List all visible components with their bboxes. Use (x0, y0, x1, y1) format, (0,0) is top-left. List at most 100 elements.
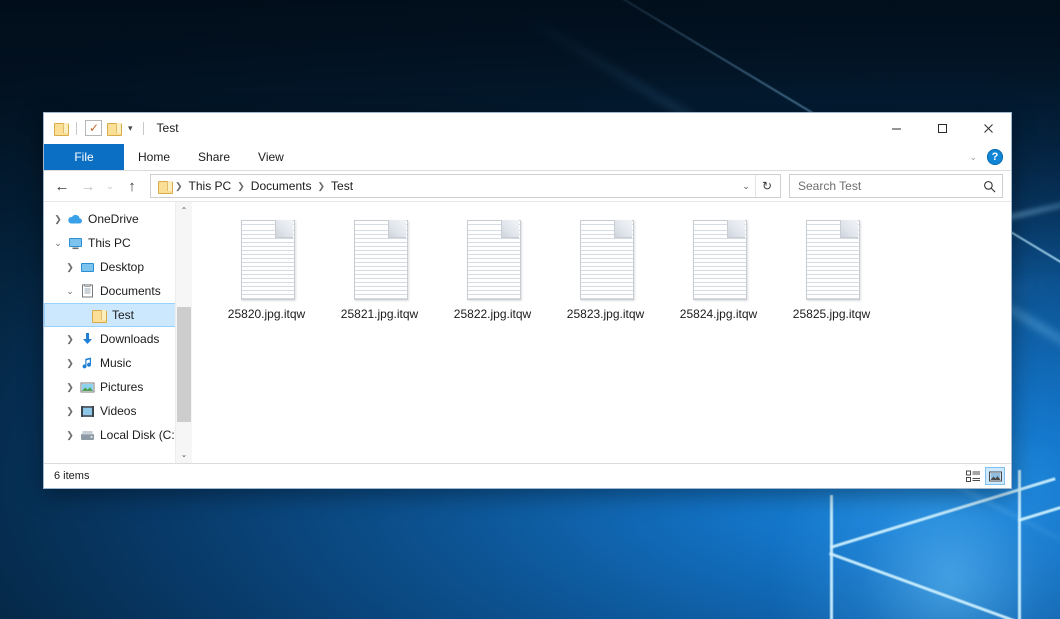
sidebar-item-label: Music (100, 356, 131, 370)
file-list-view[interactable]: 25820.jpg.itqw 25821.jpg.itqw 25822.jpg.… (192, 202, 1011, 463)
ribbon-tab-bar: File Home Share View ⌄ ? (44, 144, 1011, 171)
sidebar-item-documents[interactable]: ⌄ Documents (44, 279, 192, 303)
file-item[interactable]: 25825.jpg.itqw (775, 216, 888, 321)
sidebar-item-label: Videos (100, 404, 136, 418)
tab-view[interactable]: View (244, 144, 298, 170)
generic-document-icon (687, 220, 751, 300)
generic-document-icon (235, 220, 299, 300)
properties-icon[interactable]: ✓ (85, 120, 102, 136)
file-grid: 25820.jpg.itqw 25821.jpg.itqw 25822.jpg.… (210, 216, 1011, 321)
breadcrumb-bar[interactable]: ❯ This PC ❯ Documents ❯ Test ⌄ ↻ (150, 174, 781, 198)
generic-document-icon (574, 220, 638, 300)
file-item[interactable]: 25820.jpg.itqw (210, 216, 323, 321)
breadcrumb-separator-icon: ❯ (174, 181, 184, 192)
generic-document-icon (800, 220, 864, 300)
minimize-button[interactable] (873, 113, 919, 143)
expand-ribbon-chevron-down-icon[interactable]: ⌄ (965, 152, 981, 163)
title-bar: ✓ ▾ Test (44, 113, 1011, 144)
chevron-right-icon[interactable]: ❯ (62, 334, 78, 345)
sidebar-item-this-pc[interactable]: ⌄ This PC (44, 231, 192, 255)
forward-button[interactable]: → (76, 174, 100, 198)
window-body: ❯ OneDrive ⌄ This PC ❯ (44, 201, 1011, 463)
address-dropdown-chevron-down-icon[interactable]: ⌄ (737, 181, 755, 192)
breadcrumb-item-documents[interactable]: Documents (246, 179, 317, 193)
windows-logo-ray (1018, 470, 1021, 619)
chevron-right-icon[interactable]: ❯ (62, 430, 78, 441)
harddisk-icon (78, 429, 96, 442)
generic-document-icon (461, 220, 525, 300)
scrollbar-track[interactable] (176, 219, 192, 446)
new-folder-icon[interactable] (107, 122, 121, 134)
scroll-up-arrow-icon[interactable]: ⌃ (176, 202, 192, 219)
file-item[interactable]: 25823.jpg.itqw (549, 216, 662, 321)
pictures-icon (78, 381, 96, 394)
search-input[interactable] (796, 178, 983, 194)
breadcrumb-separator-icon: ❯ (236, 181, 246, 192)
sidebar-item-music[interactable]: ❯ Music (44, 351, 192, 375)
back-button[interactable]: ← (50, 174, 74, 198)
desktop-icon (78, 261, 96, 274)
refresh-button[interactable]: ↻ (755, 175, 778, 197)
chevron-right-icon[interactable]: ❯ (62, 406, 78, 417)
close-button[interactable] (965, 113, 1011, 143)
generic-document-icon (348, 220, 412, 300)
ribbon-right-controls: ⌄ ? (965, 144, 1011, 170)
monitor-icon (66, 237, 84, 250)
sidebar-item-test[interactable]: ❯ Test (44, 303, 192, 327)
file-name: 25823.jpg.itqw (567, 307, 644, 321)
divider (76, 122, 77, 135)
sidebar-item-local-disk-c[interactable]: ❯ Local Disk (C:) (44, 423, 192, 447)
sidebar-item-label: Documents (100, 284, 161, 298)
details-view-button[interactable] (963, 467, 983, 485)
music-icon (78, 356, 96, 370)
recent-locations-chevron-down-icon[interactable]: ⌄ (102, 174, 118, 198)
sidebar-item-downloads[interactable]: ❯ Downloads (44, 327, 192, 351)
file-item[interactable]: 25821.jpg.itqw (323, 216, 436, 321)
sidebar-item-onedrive[interactable]: ❯ OneDrive (44, 207, 192, 231)
file-explorer-window: ✓ ▾ Test File Home Share View ⌄ ? (43, 112, 1012, 489)
large-icons-view-button[interactable] (985, 467, 1005, 485)
windows-logo-ray (830, 495, 833, 619)
file-name: 25821.jpg.itqw (341, 307, 418, 321)
tab-share[interactable]: Share (184, 144, 244, 170)
folder-icon[interactable] (54, 122, 68, 134)
sidebar-item-pictures[interactable]: ❯ Pictures (44, 375, 192, 399)
sidebar-item-label: Local Disk (C:) (100, 428, 179, 442)
chevron-down-icon[interactable]: ⌄ (50, 238, 66, 249)
tab-home[interactable]: Home (124, 144, 184, 170)
chevron-down-icon[interactable]: ⌄ (62, 286, 78, 297)
window-title: Test (157, 121, 179, 135)
view-mode-buttons (963, 467, 1005, 485)
sidebar-item-label: OneDrive (88, 212, 139, 226)
breadcrumb-item-test[interactable]: Test (326, 179, 358, 193)
documents-icon (78, 284, 96, 298)
status-bar: 6 items (44, 463, 1011, 488)
sidebar-item-label: Pictures (100, 380, 143, 394)
item-count-label: 6 items (54, 470, 89, 482)
file-name: 25820.jpg.itqw (228, 307, 305, 321)
sidebar-item-label: Test (112, 308, 134, 322)
navigation-tree: ❯ OneDrive ⌄ This PC ❯ (44, 202, 192, 447)
scrollbar-thumb[interactable] (177, 307, 191, 422)
sidebar-item-label: Downloads (100, 332, 159, 346)
file-item[interactable]: 25822.jpg.itqw (436, 216, 549, 321)
tab-file[interactable]: File (44, 144, 124, 170)
chevron-right-icon[interactable]: ❯ (62, 382, 78, 393)
divider (143, 122, 144, 135)
navigation-pane-scrollbar[interactable]: ⌃ ⌄ (175, 202, 192, 463)
maximize-button[interactable] (919, 113, 965, 143)
file-item[interactable]: 25824.jpg.itqw (662, 216, 775, 321)
up-button[interactable]: ↑ (120, 174, 144, 198)
sidebar-item-desktop[interactable]: ❯ Desktop (44, 255, 192, 279)
file-name: 25824.jpg.itqw (680, 307, 757, 321)
scroll-down-arrow-icon[interactable]: ⌄ (176, 446, 192, 463)
chevron-right-icon[interactable]: ❯ (50, 214, 66, 225)
breadcrumb-item-this-pc[interactable]: This PC (184, 179, 237, 193)
navigation-pane: ❯ OneDrive ⌄ This PC ❯ (44, 202, 192, 463)
chevron-right-icon[interactable]: ❯ (62, 262, 78, 273)
help-button[interactable]: ? (987, 149, 1003, 165)
search-box[interactable] (789, 174, 1003, 198)
sidebar-item-videos[interactable]: ❯ Videos (44, 399, 192, 423)
chevron-right-icon[interactable]: ❯ (62, 358, 78, 369)
customize-caret-icon[interactable]: ▾ (126, 124, 135, 133)
